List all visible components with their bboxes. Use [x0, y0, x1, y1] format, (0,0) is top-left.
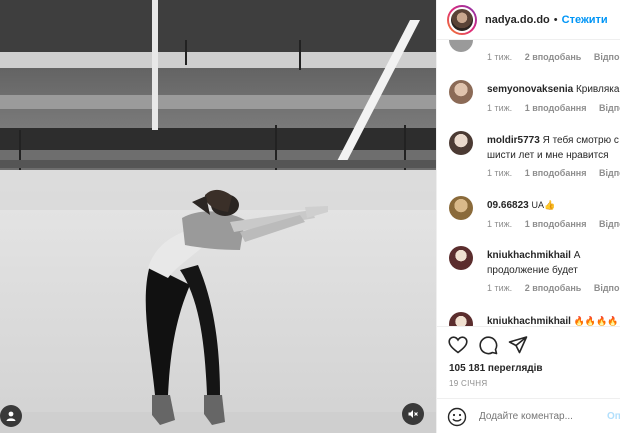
- reply-button[interactable]: Відповісти: [599, 168, 620, 178]
- smiley-icon[interactable]: [447, 407, 467, 427]
- comment-time: 1 тиж.: [487, 103, 513, 113]
- share-button[interactable]: [507, 334, 529, 356]
- tagged-users-button[interactable]: [0, 405, 22, 427]
- share-icon: [508, 336, 528, 354]
- heart-icon: [448, 336, 468, 354]
- comment-text-cont: шисти лет и мне нравится: [487, 150, 609, 161]
- comment-text: UA👍: [531, 200, 556, 210]
- commenter-avatar[interactable]: [449, 246, 473, 270]
- separator-dot: •: [553, 13, 558, 26]
- comment-text: 🔥🔥🔥🔥🔥: [573, 316, 620, 326]
- commenter-username[interactable]: 09.66823: [487, 200, 529, 211]
- view-count[interactable]: 105 181 переглядів: [437, 363, 620, 374]
- reply-button[interactable]: Відповісти: [594, 283, 620, 293]
- commenter-username[interactable]: kniukhachmikhail: [487, 316, 571, 326]
- commenter-username[interactable]: semyonovaksenia: [487, 84, 573, 95]
- action-bar: [437, 327, 620, 363]
- comment-button[interactable]: [477, 334, 499, 356]
- post-sidebar: nadya.do.do • Стежити 1 тиж. 2 вподобань…: [436, 0, 620, 433]
- reply-button[interactable]: Відповісти: [594, 52, 620, 62]
- comment-time: 1 тиж.: [487, 283, 513, 293]
- like-button[interactable]: [447, 334, 469, 356]
- comment-likes[interactable]: 1 вподобання: [525, 168, 587, 178]
- comment-time: 1 тиж.: [487, 52, 513, 62]
- video-frame: [0, 0, 436, 433]
- comment-text: А: [573, 250, 581, 261]
- comment-text: Я тебя смотрю с: [542, 135, 619, 146]
- comment-likes[interactable]: 2 вподобань: [525, 283, 582, 293]
- comment-time: 1 тиж.: [487, 168, 513, 178]
- comment-likes[interactable]: 1 вподобання: [525, 219, 587, 229]
- post-video[interactable]: [0, 0, 436, 433]
- commenter-avatar[interactable]: [449, 40, 473, 52]
- comment-likes[interactable]: 2 вподобань: [525, 52, 582, 62]
- commenter-username[interactable]: moldir5773: [487, 135, 540, 146]
- author-avatar[interactable]: [447, 4, 477, 35]
- commenter-avatar[interactable]: [449, 312, 473, 326]
- comment-text-cont: продолжение будет: [487, 265, 578, 276]
- comment-likes[interactable]: 1 вподобання: [525, 103, 587, 113]
- sound-toggle-button[interactable]: [402, 403, 424, 425]
- comment-input[interactable]: [479, 411, 599, 422]
- post-footer: 105 181 переглядів 19 СІЧНЯ Опублікувати: [437, 326, 620, 426]
- comment-text: Кривляка: [575, 84, 620, 95]
- post-header: nadya.do.do • Стежити: [437, 0, 620, 40]
- commenter-username[interactable]: kniukhachmikhail: [487, 250, 571, 261]
- comment-icon: [479, 336, 498, 355]
- author-username[interactable]: nadya.do.do: [485, 14, 550, 26]
- user-icon: [6, 411, 16, 421]
- commenter-avatar[interactable]: [449, 196, 473, 220]
- post-date[interactable]: 19 СІЧНЯ: [437, 379, 620, 388]
- reply-button[interactable]: Відповісти: [599, 219, 620, 229]
- add-comment-bar: Опублікувати: [437, 398, 620, 433]
- sound-off-icon: [408, 410, 418, 418]
- comments-list[interactable]: 1 тиж. 2 вподобань Відповісти semyonovak…: [437, 40, 620, 326]
- follow-button[interactable]: Стежити: [562, 14, 608, 26]
- reply-button[interactable]: Відповісти: [599, 103, 620, 113]
- post-comment-button[interactable]: Опублікувати: [607, 411, 620, 422]
- commenter-avatar[interactable]: [449, 131, 473, 155]
- commenter-avatar[interactable]: [449, 80, 473, 104]
- comment-time: 1 тиж.: [487, 219, 513, 229]
